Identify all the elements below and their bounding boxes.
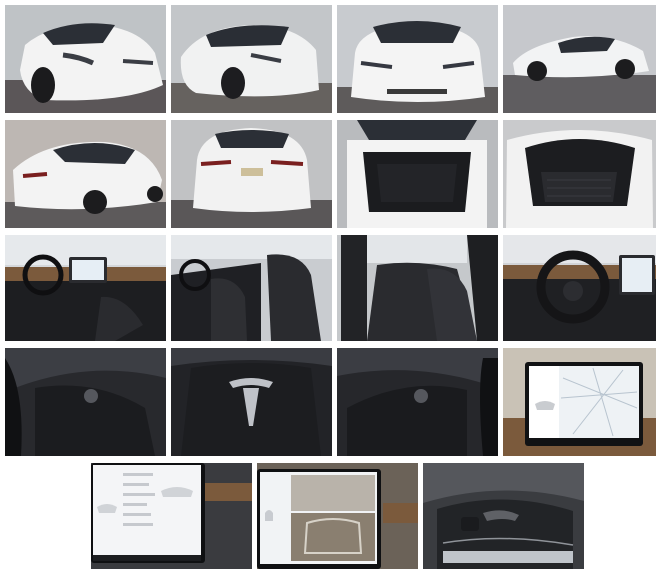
photo-ext-front-left-2[interactable] [171,5,332,113]
photo-ext-front-left[interactable] [5,5,166,113]
car-side-image [503,5,656,113]
touchscreen-camera-image [257,463,418,569]
photo-cabin-dashboard[interactable] [5,235,166,341]
photo-driver-dashboard[interactable] [503,235,656,341]
photo-rear-seats[interactable] [337,235,498,341]
steering-right-image [337,348,498,456]
photo-touchscreen-map[interactable] [503,348,656,456]
photo-steering-left-scroll[interactable] [5,348,166,456]
photo-ext-rear-left[interactable] [5,120,166,228]
steering-left-image [5,348,166,456]
rear-seats-image [337,235,498,341]
front-seats-image [171,235,332,341]
photo-front-seats[interactable] [171,235,332,341]
photo-touchscreen-camera[interactable] [257,463,418,569]
photo-front-trunk-open[interactable] [503,120,656,228]
car-front-left-2-image [171,5,332,113]
touchscreen-map-image [503,348,656,456]
car-rear-image [171,120,332,228]
photo-ext-side-right[interactable] [503,5,656,113]
car-front-image [337,5,498,113]
touchscreen-settings-image [91,463,252,569]
photo-ext-rear[interactable] [171,120,332,228]
photo-rear-trunk-open[interactable] [337,120,498,228]
photo-ext-front[interactable] [337,5,498,113]
steering-logo-image [171,348,332,456]
driver-dashboard-image [503,235,656,341]
glass-roof-image [423,463,584,569]
cabin-dashboard-image [5,235,166,341]
photo-steering-right-scroll[interactable] [337,348,498,456]
photo-steering-logo[interactable] [171,348,332,456]
front-trunk-image [503,120,656,228]
photo-glass-roof[interactable] [423,463,584,569]
photo-touchscreen-settings[interactable] [91,463,252,569]
rear-trunk-image [337,120,498,228]
car-front-left-image [5,5,166,113]
car-rear-left-image [5,120,166,228]
